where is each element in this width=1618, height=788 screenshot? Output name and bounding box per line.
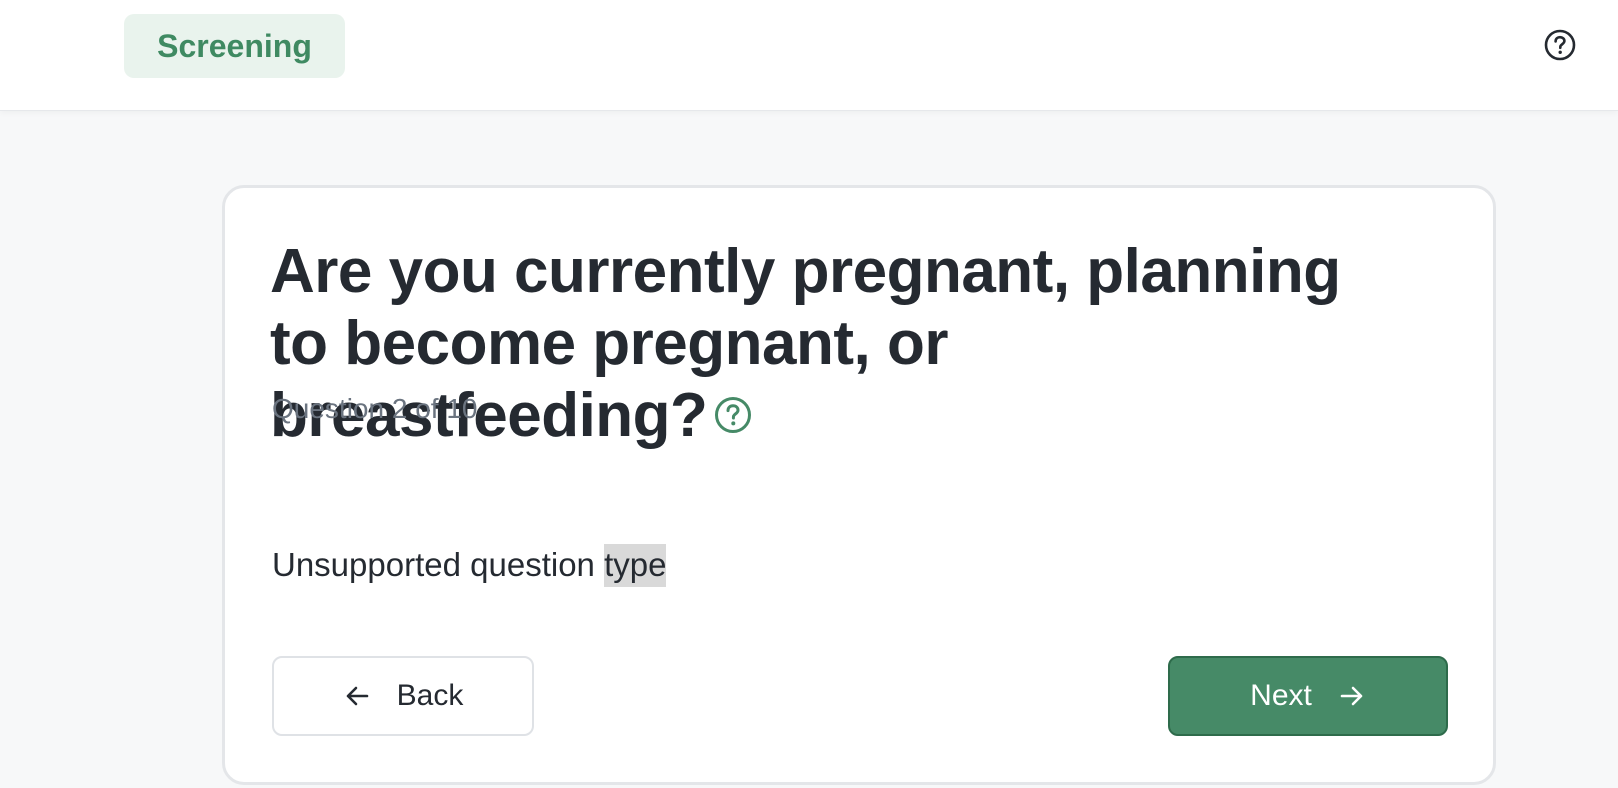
unsupported-message-text: Unsupported question [272,546,605,583]
back-button-label: Back [396,679,464,712]
top-bar: Screening [0,0,1618,110]
help-icon[interactable] [1543,28,1577,62]
question-help-icon[interactable] [713,395,753,435]
stage-tab-screening[interactable]: Screening [124,14,345,78]
next-button-label: Next [1250,679,1312,712]
arrow-left-icon [346,686,368,706]
stage-label: Screening [157,27,312,64]
question-progress: Question 2 of 10 [272,393,478,424]
highlighted-text: type [604,544,667,587]
unsupported-message: Unsupported question type [272,544,667,587]
back-button[interactable]: Back [272,656,534,736]
next-button[interactable]: Next [1168,656,1448,736]
arrow-right-icon [1340,686,1363,706]
